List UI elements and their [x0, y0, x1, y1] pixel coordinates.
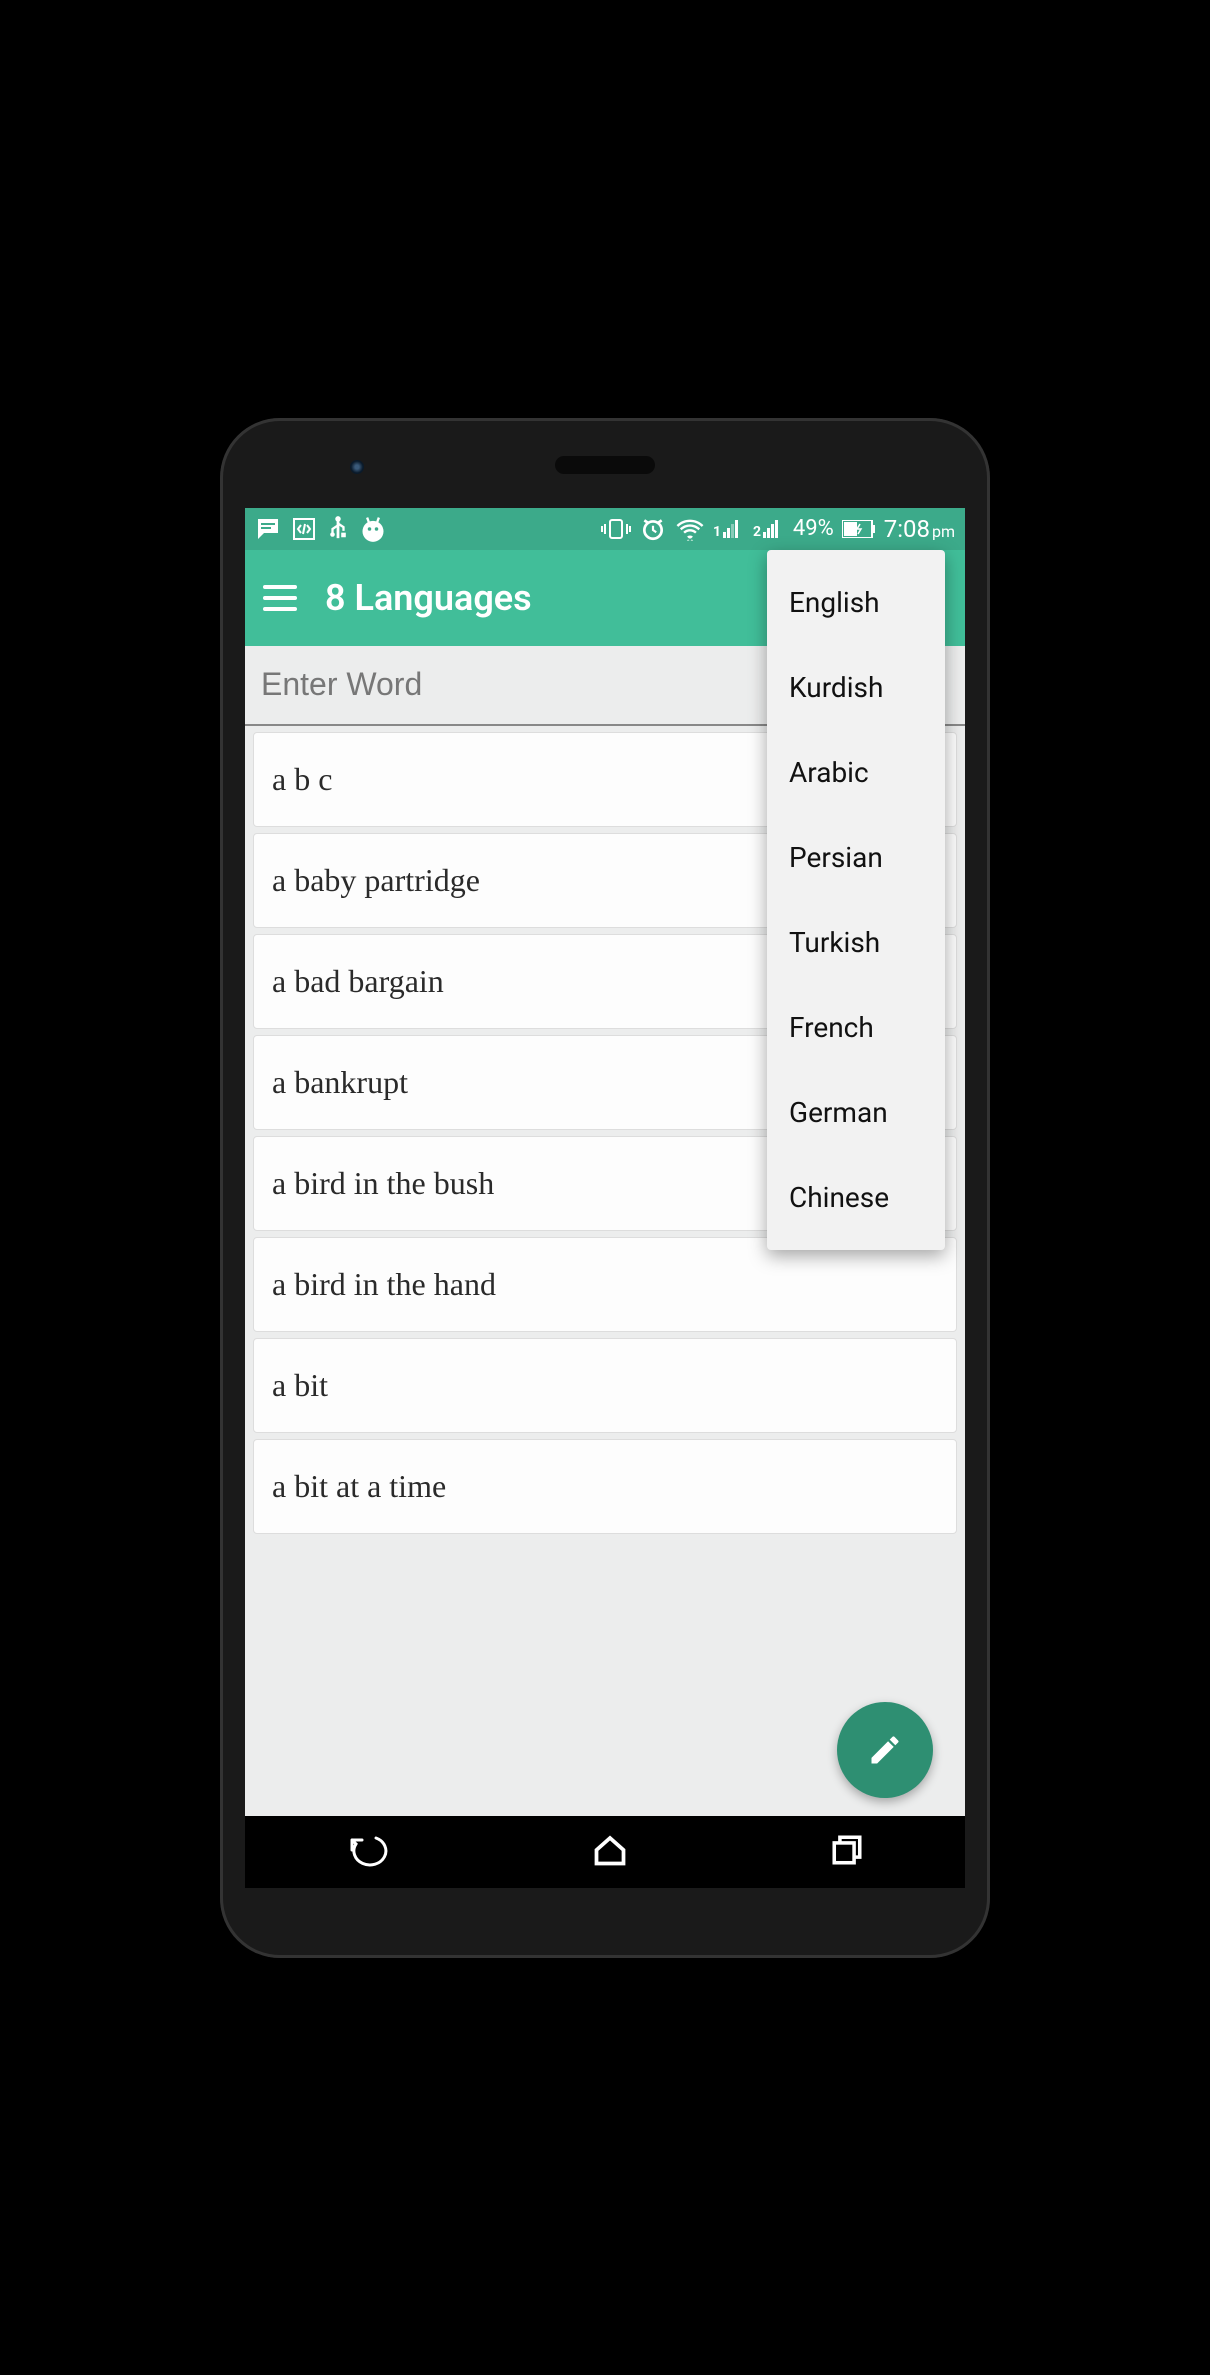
- signal1-icon: 1: [713, 518, 745, 540]
- wifi-icon: [675, 517, 705, 541]
- recent-icon: [830, 1833, 864, 1867]
- usb-icon: [327, 515, 349, 543]
- phone-speaker: [555, 456, 655, 474]
- code-icon: [291, 517, 317, 541]
- language-option[interactable]: Kurdish: [767, 645, 945, 730]
- word-item[interactable]: a bit at a time: [253, 1439, 957, 1534]
- language-option[interactable]: German: [767, 1070, 945, 1155]
- battery-percent: 49%: [793, 516, 834, 541]
- phone-camera: [350, 460, 364, 474]
- app-title: 8 Languages: [325, 577, 532, 619]
- compose-fab[interactable]: [837, 1702, 933, 1798]
- hamburger-line-icon: [263, 607, 297, 611]
- phone-frame: 1 2 49% 7:08pm 8 Languages a b ca baby p…: [220, 418, 990, 1958]
- svg-text:1: 1: [713, 524, 721, 540]
- clock: 7:08pm: [884, 515, 955, 543]
- screen: 1 2 49% 7:08pm 8 Languages a b ca baby p…: [245, 508, 965, 1888]
- signal2-icon: 2: [753, 518, 785, 540]
- battery-icon: [842, 520, 876, 538]
- language-option[interactable]: Arabic: [767, 730, 945, 815]
- home-icon: [592, 1832, 628, 1868]
- android-icon: [359, 515, 387, 543]
- clock-ampm: pm: [932, 522, 955, 541]
- hamburger-line-icon: [263, 585, 297, 589]
- language-option[interactable]: French: [767, 985, 945, 1070]
- back-button[interactable]: [346, 1832, 390, 1872]
- menu-button[interactable]: [263, 585, 297, 611]
- language-dropdown: EnglishKurdishArabicPersianTurkishFrench…: [767, 550, 945, 1250]
- word-item[interactable]: a bit: [253, 1338, 957, 1433]
- language-option[interactable]: Turkish: [767, 900, 945, 985]
- svg-text:2: 2: [753, 524, 761, 540]
- system-nav-bar: [245, 1816, 965, 1888]
- hamburger-line-icon: [263, 596, 297, 600]
- recent-button[interactable]: [830, 1833, 864, 1871]
- home-button[interactable]: [592, 1832, 628, 1872]
- clock-time: 7:08: [884, 515, 930, 543]
- pencil-icon: [867, 1732, 903, 1768]
- status-right: 1 2 49% 7:08pm: [601, 515, 955, 543]
- alarm-icon: [639, 516, 667, 542]
- language-option[interactable]: Chinese: [767, 1155, 945, 1240]
- language-option[interactable]: Persian: [767, 815, 945, 900]
- status-bar: 1 2 49% 7:08pm: [245, 508, 965, 550]
- status-left: [255, 515, 387, 543]
- vibrate-icon: [601, 517, 631, 541]
- message-icon: [255, 517, 281, 541]
- language-option[interactable]: English: [767, 560, 945, 645]
- word-item[interactable]: a bird in the hand: [253, 1237, 957, 1332]
- back-icon: [346, 1832, 390, 1868]
